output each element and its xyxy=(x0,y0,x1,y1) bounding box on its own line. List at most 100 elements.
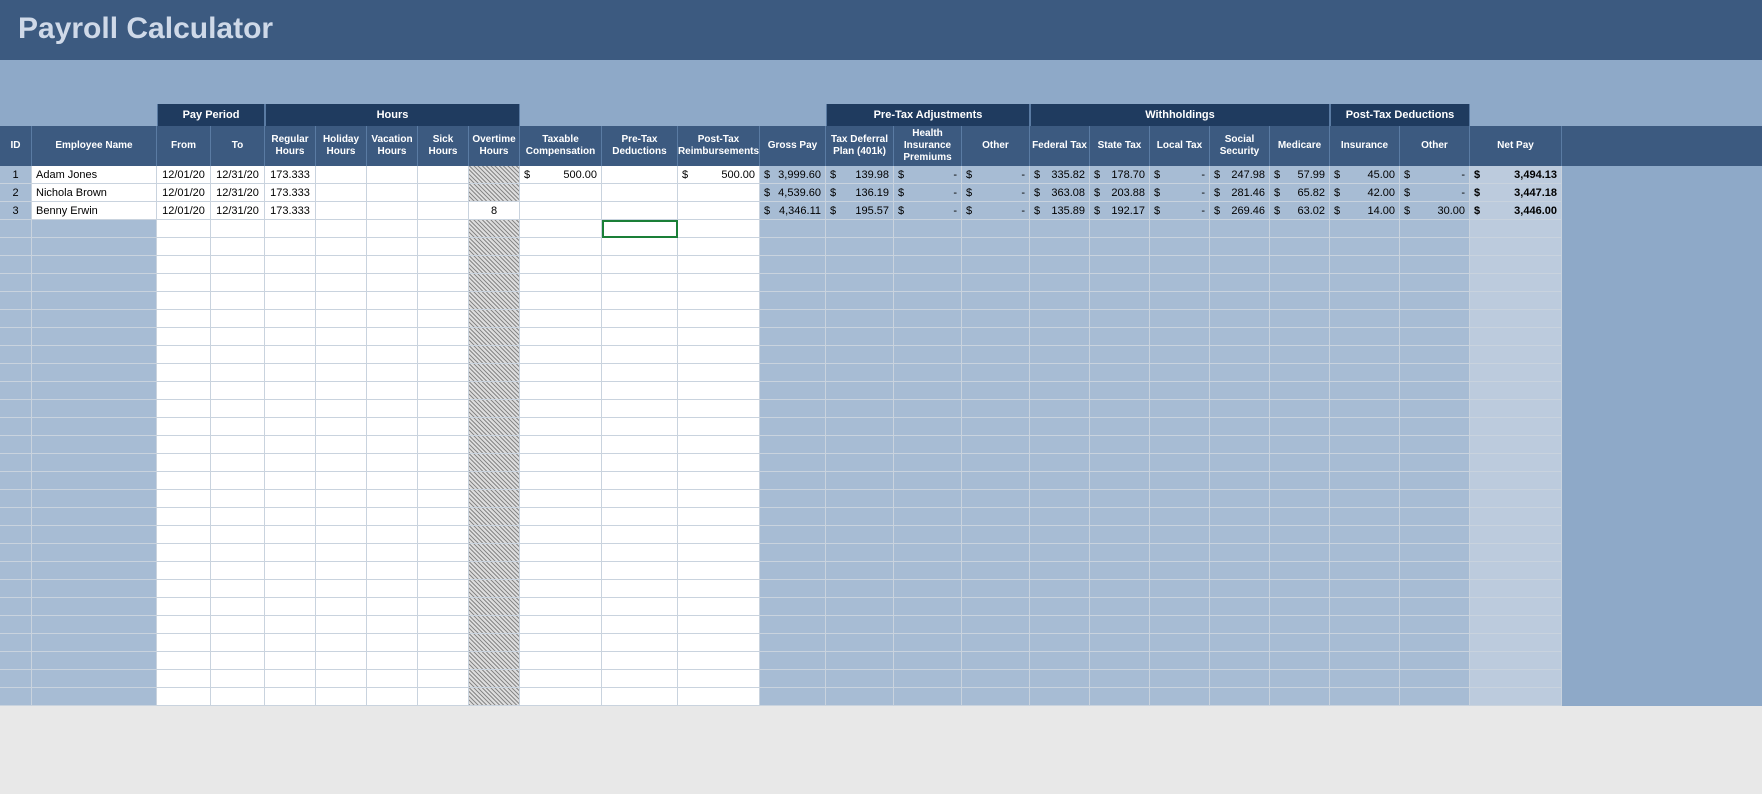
cell-overtime[interactable] xyxy=(469,508,520,526)
cell-health[interactable] xyxy=(894,652,962,670)
cell-fedtax[interactable] xyxy=(1030,634,1090,652)
cell-taxcomp[interactable] xyxy=(520,256,602,274)
cell-fedtax[interactable] xyxy=(1030,400,1090,418)
cell-health[interactable]: $- xyxy=(894,202,962,220)
cell-fedtax[interactable] xyxy=(1030,418,1090,436)
cell-id[interactable] xyxy=(0,526,32,544)
table-row[interactable] xyxy=(0,256,1762,274)
cell-gross[interactable] xyxy=(760,310,826,328)
cell-other1[interactable] xyxy=(962,346,1030,364)
cell-gross[interactable] xyxy=(760,562,826,580)
cell-netpay[interactable]: $3,447.18 xyxy=(1470,184,1562,202)
cell-insurance[interactable]: $45.00 xyxy=(1330,166,1400,184)
cell-health[interactable] xyxy=(894,670,962,688)
cell-vacation[interactable] xyxy=(367,346,418,364)
cell-postreimb[interactable] xyxy=(678,256,760,274)
cell-deferral[interactable] xyxy=(826,346,894,364)
cell-postreimb[interactable] xyxy=(678,238,760,256)
cell-vacation[interactable] xyxy=(367,454,418,472)
cell-statetax[interactable] xyxy=(1090,634,1150,652)
cell-taxcomp[interactable] xyxy=(520,418,602,436)
cell-taxcomp[interactable] xyxy=(520,526,602,544)
cell-other2[interactable] xyxy=(1400,274,1470,292)
cell-gross[interactable]: $4,539.60 xyxy=(760,184,826,202)
cell-preded[interactable] xyxy=(602,652,678,670)
cell-health[interactable] xyxy=(894,292,962,310)
cell-preded[interactable] xyxy=(602,436,678,454)
cell-postreimb[interactable] xyxy=(678,472,760,490)
cell-gross[interactable] xyxy=(760,508,826,526)
cell-to[interactable] xyxy=(211,652,265,670)
cell-netpay[interactable] xyxy=(1470,544,1562,562)
cell-taxcomp[interactable] xyxy=(520,454,602,472)
cell-overtime[interactable] xyxy=(469,256,520,274)
cell-overtime[interactable] xyxy=(469,526,520,544)
cell-fedtax[interactable] xyxy=(1030,292,1090,310)
cell-overtime[interactable] xyxy=(469,274,520,292)
cell-id[interactable] xyxy=(0,220,32,238)
cell-to[interactable] xyxy=(211,598,265,616)
cell-deferral[interactable] xyxy=(826,652,894,670)
cell-netpay[interactable] xyxy=(1470,598,1562,616)
cell-vacation[interactable] xyxy=(367,616,418,634)
cell-id[interactable] xyxy=(0,508,32,526)
cell-insurance[interactable]: $42.00 xyxy=(1330,184,1400,202)
cell-ss[interactable] xyxy=(1210,220,1270,238)
cell-netpay[interactable] xyxy=(1470,652,1562,670)
cell-gross[interactable] xyxy=(760,454,826,472)
cell-regular[interactable] xyxy=(265,688,316,706)
cell-netpay[interactable] xyxy=(1470,526,1562,544)
cell-sick[interactable] xyxy=(418,256,469,274)
cell-name[interactable] xyxy=(32,256,157,274)
cell-other2[interactable] xyxy=(1400,346,1470,364)
cell-gross[interactable]: $4,346.11 xyxy=(760,202,826,220)
cell-preded[interactable] xyxy=(602,274,678,292)
cell-localtax[interactable] xyxy=(1150,472,1210,490)
cell-health[interactable] xyxy=(894,616,962,634)
cell-postreimb[interactable] xyxy=(678,544,760,562)
cell-postreimb[interactable] xyxy=(678,364,760,382)
cell-deferral[interactable] xyxy=(826,310,894,328)
cell-from[interactable] xyxy=(157,580,211,598)
cell-name[interactable] xyxy=(32,382,157,400)
cell-statetax[interactable] xyxy=(1090,292,1150,310)
cell-from[interactable] xyxy=(157,400,211,418)
cell-deferral[interactable] xyxy=(826,256,894,274)
cell-statetax[interactable]: $203.88 xyxy=(1090,184,1150,202)
cell-deferral[interactable] xyxy=(826,634,894,652)
cell-gross[interactable] xyxy=(760,418,826,436)
cell-insurance[interactable] xyxy=(1330,382,1400,400)
cell-netpay[interactable] xyxy=(1470,346,1562,364)
cell-localtax[interactable] xyxy=(1150,220,1210,238)
cell-name[interactable] xyxy=(32,310,157,328)
cell-taxcomp[interactable] xyxy=(520,202,602,220)
table-row[interactable] xyxy=(0,526,1762,544)
cell-sick[interactable] xyxy=(418,544,469,562)
cell-from[interactable] xyxy=(157,382,211,400)
cell-medicare[interactable]: $63.02 xyxy=(1270,202,1330,220)
cell-gross[interactable] xyxy=(760,688,826,706)
cell-health[interactable] xyxy=(894,490,962,508)
cell-sick[interactable] xyxy=(418,418,469,436)
cell-postreimb[interactable] xyxy=(678,652,760,670)
cell-taxcomp[interactable] xyxy=(520,346,602,364)
cell-netpay[interactable] xyxy=(1470,400,1562,418)
cell-insurance[interactable] xyxy=(1330,274,1400,292)
cell-other2[interactable] xyxy=(1400,220,1470,238)
cell-to[interactable] xyxy=(211,472,265,490)
table-row[interactable] xyxy=(0,454,1762,472)
cell-taxcomp[interactable] xyxy=(520,310,602,328)
cell-ss[interactable] xyxy=(1210,580,1270,598)
cell-overtime[interactable] xyxy=(469,166,520,184)
cell-fedtax[interactable] xyxy=(1030,688,1090,706)
cell-holiday[interactable] xyxy=(316,472,367,490)
cell-gross[interactable] xyxy=(760,526,826,544)
cell-gross[interactable] xyxy=(760,652,826,670)
cell-fedtax[interactable] xyxy=(1030,472,1090,490)
cell-postreimb[interactable] xyxy=(678,346,760,364)
cell-health[interactable] xyxy=(894,634,962,652)
cell-sick[interactable] xyxy=(418,508,469,526)
cell-netpay[interactable] xyxy=(1470,328,1562,346)
cell-medicare[interactable] xyxy=(1270,436,1330,454)
cell-localtax[interactable] xyxy=(1150,364,1210,382)
